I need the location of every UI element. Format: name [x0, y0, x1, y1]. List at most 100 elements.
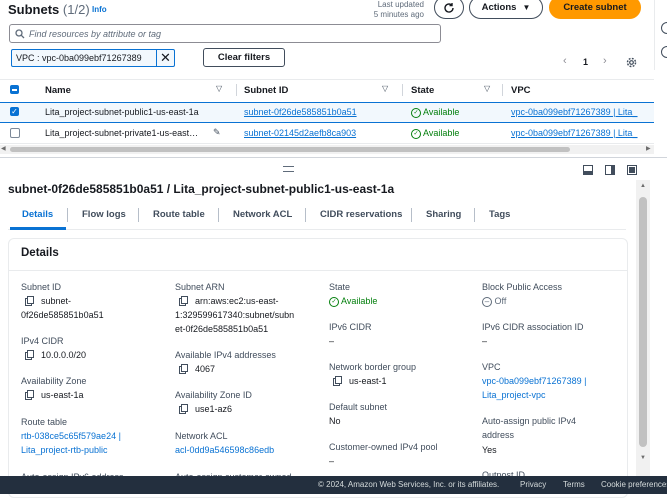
indeterminate-mark: [12, 89, 17, 91]
state-label: State: [329, 282, 351, 292]
success-check-icon: ✓: [411, 107, 421, 118]
route-table-link-1[interactable]: rtb-038ce5c65f579ae24 |: [21, 431, 121, 441]
copy-icon[interactable]: [333, 376, 342, 386]
horizontal-scrollbar[interactable]: ◀ ▶: [0, 145, 654, 154]
actions-button[interactable]: Actions ▼: [469, 0, 543, 19]
sort-name-icon[interactable]: ▽: [216, 84, 222, 93]
tab-details[interactable]: Details: [22, 209, 53, 220]
route-table-label: Route table: [21, 417, 68, 427]
scrollbar-thumb[interactable]: [10, 147, 570, 152]
close-panel-icon[interactable]: [627, 165, 637, 175]
row-vpc-link[interactable]: vpc-0ba099ebf71267389 | Lita_: [511, 128, 637, 138]
row-subnet-id-link[interactable]: subnet-0f26de585851b0a51: [244, 107, 357, 117]
auto-assign-ipv4-label-2: address: [482, 430, 515, 440]
create-subnet-button[interactable]: Create subnet: [549, 0, 641, 19]
copy-icon[interactable]: [179, 296, 188, 306]
subnet-arn-label: Subnet ARN: [175, 282, 225, 292]
scroll-down-icon[interactable]: ▼: [640, 455, 646, 461]
help-icon[interactable]: [661, 22, 667, 34]
column-header-subnet-id[interactable]: Subnet ID: [244, 85, 288, 96]
copy-icon[interactable]: [179, 364, 188, 374]
column-header-name[interactable]: Name: [45, 85, 71, 96]
tab-separator: [218, 208, 219, 222]
tab-cidr-reservations[interactable]: CIDR reservations: [320, 209, 402, 220]
edit-pencil-icon[interactable]: ✎: [213, 127, 221, 138]
vpc-link-2[interactable]: Lita_project-vpc: [482, 390, 546, 400]
select-all-checkbox[interactable]: [10, 85, 19, 94]
panel-side-icon[interactable]: [605, 165, 615, 175]
block-public-access-text: Off: [494, 296, 507, 306]
row-checkbox-checked[interactable]: ✓: [10, 107, 19, 116]
page-number[interactable]: 1: [583, 57, 588, 67]
row-subnet-id-link[interactable]: subnet-02145d2aefb8ca903: [244, 128, 356, 138]
clear-filters-button[interactable]: Clear filters: [203, 48, 285, 67]
panel-bottom-icon[interactable]: [583, 165, 593, 175]
details-container: [8, 238, 628, 498]
filter-token-divider: [156, 50, 157, 66]
search-input[interactable]: Find resources by attribute or tag: [9, 24, 441, 43]
footer-copyright: © 2024, Amazon Web Services, Inc. or its…: [318, 480, 500, 489]
tab-separator: [67, 208, 68, 222]
page-title: Subnets (1/2): [8, 2, 90, 17]
page-title-text: Subnets: [8, 2, 60, 17]
row-vpc-link[interactable]: vpc-0ba099ebf71267389 | Lita_: [511, 107, 637, 117]
actions-label: Actions: [481, 2, 517, 13]
info-link[interactable]: Info: [92, 5, 107, 14]
detail-title: subnet-0f26de585851b0a51 / Lita_project-…: [8, 182, 395, 196]
search-placeholder: Find resources by attribute or tag: [29, 29, 162, 39]
drag-handle-icon[interactable]: [283, 166, 294, 172]
tab-tags[interactable]: Tags: [489, 209, 510, 220]
column-divider: [402, 84, 403, 96]
tab-flow-logs[interactable]: Flow logs: [82, 209, 126, 220]
network-border-group-value: us-east-1: [349, 376, 387, 386]
network-acl-label: Network ACL: [175, 431, 228, 441]
customer-owned-pool-label: Customer-owned IPv4 pool: [329, 442, 438, 452]
tab-network-acl[interactable]: Network ACL: [233, 209, 292, 220]
refresh-button[interactable]: [434, 0, 464, 19]
tab-route-table[interactable]: Route table: [153, 209, 205, 220]
vpc-link-1[interactable]: vpc-0ba099ebf71267389 |: [482, 376, 586, 386]
footer-terms-link[interactable]: Terms: [563, 480, 585, 489]
preferences-gear-icon[interactable]: [626, 57, 637, 68]
copy-icon[interactable]: [25, 296, 34, 306]
default-subnet-value: No: [329, 416, 341, 426]
prev-page-icon[interactable]: ‹: [563, 55, 567, 67]
active-tab-indicator: [10, 227, 66, 230]
block-public-access-value: – Off: [482, 296, 506, 307]
network-acl-link[interactable]: acl-0dd9a546598c86edb: [175, 445, 274, 455]
copy-icon[interactable]: [25, 350, 34, 360]
scroll-up-icon[interactable]: ▲: [640, 183, 646, 189]
right-edge-panel: [654, 0, 667, 70]
auto-assign-ipv4-label-1: Auto-assign public IPv4: [482, 416, 577, 426]
success-check-icon: ✓: [329, 296, 339, 307]
sort-state-icon[interactable]: ▽: [484, 84, 490, 93]
footer-cookies-link[interactable]: Cookie preferences: [601, 480, 667, 489]
last-updated-value: 5 minutes ago: [373, 10, 424, 19]
footer-privacy-link[interactable]: Privacy: [520, 480, 546, 489]
tab-sharing[interactable]: Sharing: [426, 209, 461, 220]
selection-count: (1/2): [62, 2, 90, 17]
subnet-id-value-1: subnet-: [41, 296, 72, 306]
row-name: Lita_project-subnet-private1-us-east…: [45, 128, 199, 138]
scroll-left-icon[interactable]: ◀: [1, 145, 6, 152]
dismiss-filter-icon[interactable]: ✕: [160, 50, 171, 66]
scrollbar-thumb[interactable]: [639, 197, 647, 447]
subnet-arn-value-3: et-0f26de585851b0a51: [175, 324, 269, 334]
scroll-right-icon[interactable]: ▶: [646, 145, 651, 152]
route-table-link-2[interactable]: Lita_project-rtb-public: [21, 445, 108, 455]
copy-icon[interactable]: [179, 404, 188, 414]
copy-icon[interactable]: [25, 390, 34, 400]
next-page-icon[interactable]: ›: [603, 55, 607, 67]
sort-subnet-id-icon[interactable]: ▽: [382, 84, 388, 93]
ipv6-association-value: –: [482, 336, 488, 346]
column-header-vpc[interactable]: VPC: [511, 85, 531, 96]
column-divider: [502, 84, 503, 96]
available-ipv4-label: Available IPv4 addresses: [175, 350, 276, 360]
settings-side-icon[interactable]: [661, 46, 667, 58]
column-header-state[interactable]: State: [411, 85, 434, 96]
row-checkbox[interactable]: [10, 128, 20, 138]
vertical-scrollbar[interactable]: ▲ ▼: [636, 180, 650, 480]
tab-separator: [138, 208, 139, 222]
create-subnet-label: Create subnet: [563, 2, 627, 13]
ipv6-cidr-value: –: [329, 336, 335, 346]
